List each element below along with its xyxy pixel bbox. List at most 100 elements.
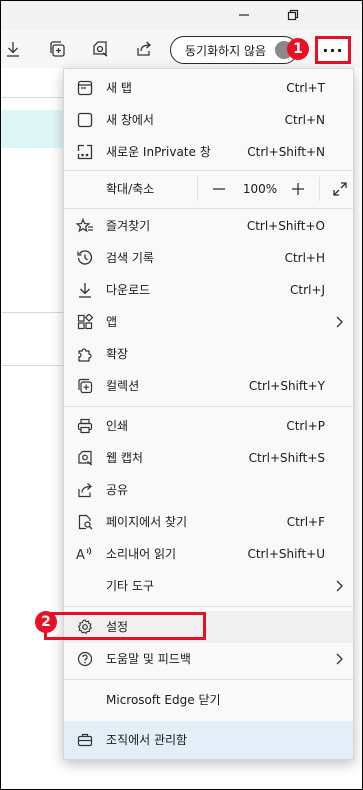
sync-label: 동기화하지 않음 [185,43,267,58]
page-divider [0,97,70,98]
read-aloud-icon: A [76,545,94,563]
menu-item-shortcut: Ctrl+H [284,251,325,265]
callout-badge-1: 1 [287,38,309,60]
find-on-page-icon [76,513,94,531]
collections-icon [76,377,94,395]
menu-item-shortcut: Ctrl+Shift+S [248,451,325,465]
menu-item-favorites[interactable]: 즐겨찾기 Ctrl+Shift+O [64,210,353,242]
menu-item-label: 설정 [106,620,129,634]
menu-item-web-capture[interactable]: 웹 캡처 Ctrl+Shift+S [64,442,353,474]
collections-icon[interactable] [44,36,70,62]
menu-item-label: 도움말 및 피드백 [106,652,191,666]
menu-item-shortcut: Ctrl+Shift+N [247,145,325,159]
zoom-label: 확대/축소 [106,182,155,196]
menu-item-label: 새로운 InPrivate 창 [106,145,211,159]
menu-item-shortcut: Ctrl+Shift+O [246,219,325,233]
menu-item-downloads[interactable]: 다운로드 Ctrl+J [64,274,353,306]
menu-item-label: 조직에서 관리함 [106,733,188,747]
menu-item-shortcut: Ctrl+Shift+Y [248,379,325,393]
menu-item-collections[interactable]: 컬렉션 Ctrl+Shift+Y [64,370,353,402]
menu-item-share[interactable]: 공유 [64,474,353,506]
callout-badge-2: 2 [35,611,57,633]
sync-button[interactable]: 동기화하지 않음 [170,36,298,64]
menu-item-label: 새 창에서 [106,113,154,127]
menu-item-find-on-page[interactable]: 페이지에서 찾기 Ctrl+F [64,506,353,538]
chevron-right-icon [331,578,347,594]
chevron-right-icon [331,651,347,667]
menu-item-extensions[interactable]: 확장 [64,338,353,370]
page-divider [0,312,70,313]
history-icon [76,249,94,267]
menu-item-label: 검색 기록 [106,251,154,265]
web-capture-icon [76,449,94,467]
page-highlight-strip [0,110,70,148]
settings-menu: 새 탭 Ctrl+T 새 창에서 Ctrl+N 새로운 InPrivate 창 … [63,68,354,760]
zoom-in-button[interactable] [288,179,308,199]
zoom-out-button[interactable] [209,179,229,199]
zoom-divider [197,177,198,201]
menu-item-label: 컬렉션 [106,379,140,393]
favorites-star-icon [76,217,94,235]
menu-item-apps[interactable]: 앱 [64,306,353,338]
menu-item-label: 기타 도구 [106,579,154,593]
menu-item-history[interactable]: 검색 기록 Ctrl+H [64,242,353,274]
menu-separator [64,679,353,680]
restore-icon[interactable] [281,3,305,27]
more-icon: ··· [322,40,344,60]
extensions-puzzle-icon [76,345,94,363]
menu-item-label: 즐겨찾기 [106,219,151,233]
zoom-row: 확대/축소 100% [64,172,353,206]
printer-icon [76,417,94,435]
fullscreen-icon[interactable] [330,179,350,199]
briefcase-icon [76,731,94,749]
menu-separator [64,170,353,171]
menu-item-label: 다운로드 [106,283,151,297]
web-capture-icon[interactable] [87,36,113,62]
menu-separator [64,606,353,607]
share-icon [76,481,94,499]
help-icon [76,650,94,668]
share-icon[interactable] [131,36,157,62]
menu-separator [64,406,353,407]
menu-item-label: 페이지에서 찾기 [106,515,188,529]
title-bar [0,0,363,30]
menu-item-read-aloud[interactable]: A 소리내어 읽기 Ctrl+Shift+U [64,538,353,570]
menu-item-label: 확장 [106,347,129,361]
menu-item-settings[interactable]: 설정 [64,611,353,643]
menu-item-label: Microsoft Edge 닫기 [106,693,221,707]
menu-item-shortcut: Ctrl+J [290,283,325,297]
menu-item-shortcut: Ctrl+Shift+U [247,547,325,561]
menu-item-shortcut: Ctrl+T [286,81,325,95]
menu-item-label: 새 탭 [106,81,132,95]
menu-item-help-feedback[interactable]: 도움말 및 피드백 [64,643,353,675]
minimize-icon[interactable] [232,3,256,27]
apps-icon [76,313,94,331]
menu-item-shortcut: Ctrl+N [284,113,325,127]
zoom-value: 100% [242,182,278,196]
menu-item-print[interactable]: 인쇄 Ctrl+P [64,410,353,442]
chevron-right-icon [331,314,347,330]
zoom-divider [319,177,320,201]
download-icon[interactable] [0,36,26,62]
menu-item-shortcut: Ctrl+P [286,419,325,433]
menu-item-label: 앱 [106,315,118,329]
menu-item-new-inprivate[interactable]: 새로운 InPrivate 창 Ctrl+Shift+N [64,136,353,168]
menu-item-managed-by-org[interactable]: 조직에서 관리함 [64,721,353,759]
menu-item-label: 인쇄 [106,419,129,433]
inprivate-icon [76,143,94,161]
page-divider [0,365,70,366]
menu-item-shortcut: Ctrl+F [286,515,325,529]
download-icon [76,281,94,299]
svg-text:A: A [76,548,85,562]
menu-item-more-tools[interactable]: 기타 도구 [64,570,353,602]
new-tab-icon [76,79,94,97]
menu-item-label: 소리내어 읽기 [106,547,177,561]
menu-item-label: 웹 캡처 [106,451,143,465]
menu-item-new-window[interactable]: 새 창에서 Ctrl+N [64,104,353,136]
menu-separator [64,208,353,209]
gear-icon [76,618,94,636]
settings-and-more-button[interactable]: ··· [315,36,351,64]
menu-item-close-edge[interactable]: Microsoft Edge 닫기 [64,684,353,716]
new-window-icon [76,111,94,129]
menu-item-new-tab[interactable]: 새 탭 Ctrl+T [64,72,353,104]
